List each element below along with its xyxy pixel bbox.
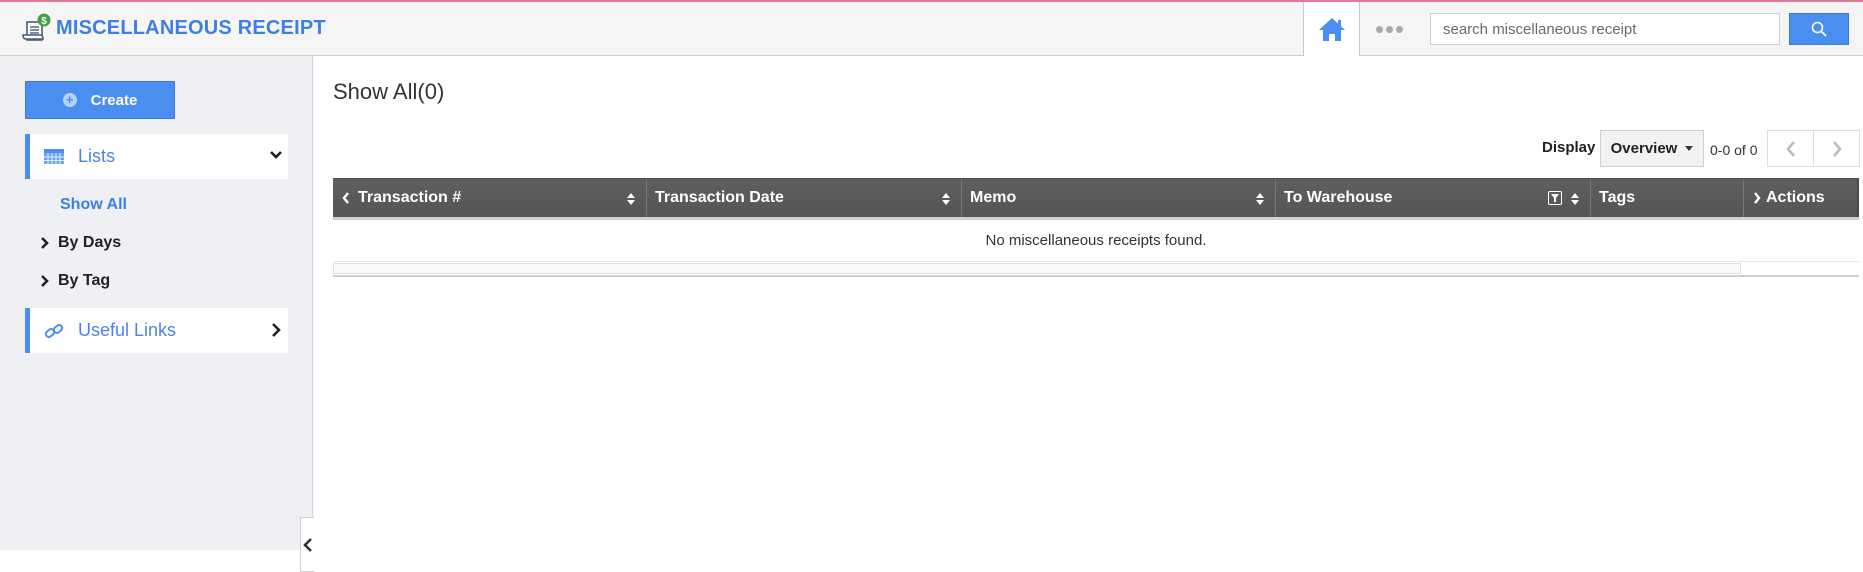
column-label: To Warehouse bbox=[1284, 189, 1393, 206]
plus-circle-icon: + bbox=[62, 93, 77, 107]
column-header-transaction-number[interactable]: Transaction # bbox=[333, 179, 647, 217]
main-content: Show All(0) Display Overview 0-0 of 0 Tr… bbox=[314, 56, 1863, 550]
chevron-right-icon bbox=[1832, 140, 1842, 157]
create-button[interactable]: + Create bbox=[25, 81, 175, 119]
filter-icon[interactable] bbox=[1548, 191, 1562, 205]
home-button[interactable] bbox=[1303, 2, 1360, 56]
receipt-dollar-icon: $ bbox=[22, 13, 51, 41]
chevron-right-icon bbox=[272, 323, 281, 337]
chevron-right-icon bbox=[41, 275, 49, 287]
chevron-left-icon bbox=[1785, 140, 1795, 157]
create-label: Create bbox=[90, 91, 138, 109]
more-options-button[interactable] bbox=[1376, 19, 1406, 39]
horizontal-scrollbar[interactable] bbox=[333, 263, 1741, 274]
caret-down-icon bbox=[1685, 146, 1694, 151]
column-header-to-warehouse[interactable]: To Warehouse bbox=[1276, 179, 1591, 217]
search-icon bbox=[1811, 21, 1827, 37]
column-label: Tags bbox=[1599, 189, 1636, 206]
column-label: Transaction # bbox=[358, 189, 462, 206]
search-input[interactable] bbox=[1430, 13, 1780, 45]
by-tag-label: By Tag bbox=[58, 272, 111, 289]
table-bottom-divider bbox=[333, 275, 1859, 277]
column-label: Memo bbox=[970, 189, 1017, 206]
search-button[interactable] bbox=[1789, 13, 1849, 45]
pagination-range: 0-0 of 0 bbox=[1710, 142, 1758, 158]
sidebar-item-show-all[interactable]: Show All bbox=[60, 196, 127, 214]
chevron-left-icon[interactable] bbox=[341, 191, 351, 205]
empty-message: No miscellaneous receipts found. bbox=[333, 220, 1859, 262]
chevron-left-icon bbox=[302, 537, 312, 552]
app-title: MISCELLANEOUS RECEIPT bbox=[56, 17, 326, 39]
column-header-memo[interactable]: Memo bbox=[962, 179, 1276, 217]
display-label: Display bbox=[1542, 139, 1596, 156]
next-page-button[interactable] bbox=[1813, 130, 1860, 167]
dot-icon bbox=[1386, 25, 1393, 33]
column-header-actions[interactable]: Actions bbox=[1744, 179, 1859, 217]
sidebar-item-by-tag[interactable]: By Tag bbox=[40, 272, 110, 290]
collapse-sidebar-button[interactable] bbox=[300, 517, 314, 572]
table-header: Transaction # Transaction Date Memo To W… bbox=[333, 178, 1859, 220]
chevron-right-icon[interactable] bbox=[1752, 191, 1762, 205]
display-view-dropdown[interactable]: Overview bbox=[1600, 130, 1704, 167]
dot-icon bbox=[1396, 25, 1403, 33]
link-icon bbox=[44, 323, 64, 339]
lists-label: Lists bbox=[78, 146, 116, 166]
column-label: Actions bbox=[1766, 189, 1825, 206]
sidebar-item-by-days[interactable]: By Days bbox=[40, 234, 121, 252]
previous-page-button[interactable] bbox=[1767, 130, 1814, 167]
dot-icon bbox=[1376, 25, 1383, 33]
display-value: Overview bbox=[1610, 140, 1678, 157]
column-header-tags[interactable]: Tags bbox=[1591, 179, 1744, 217]
sidebar: + Create Lists Show All By Days By Tag U… bbox=[0, 56, 314, 572]
by-days-label: By Days bbox=[58, 234, 122, 251]
calendar-grid-icon bbox=[44, 149, 64, 165]
column-label: Transaction Date bbox=[655, 189, 784, 206]
useful-links-panel-header[interactable]: Useful Links bbox=[25, 308, 288, 353]
sort-icon[interactable] bbox=[1570, 192, 1580, 206]
svg-text:$: $ bbox=[41, 16, 47, 27]
sort-icon[interactable] bbox=[941, 192, 951, 206]
lists-panel-header[interactable]: Lists bbox=[25, 134, 288, 179]
useful-links-label: Useful Links bbox=[78, 320, 177, 340]
receipts-table: Transaction # Transaction Date Memo To W… bbox=[333, 178, 1859, 277]
sort-icon[interactable] bbox=[626, 192, 636, 206]
chevron-right-icon bbox=[41, 237, 49, 249]
top-bar: $ MISCELLANEOUS RECEIPT bbox=[0, 0, 1863, 56]
chevron-down-icon bbox=[270, 151, 282, 159]
page-title: Show All(0) bbox=[333, 79, 445, 104]
column-header-transaction-date[interactable]: Transaction Date bbox=[647, 179, 962, 217]
sort-icon[interactable] bbox=[1255, 192, 1265, 206]
home-icon bbox=[1318, 18, 1345, 41]
